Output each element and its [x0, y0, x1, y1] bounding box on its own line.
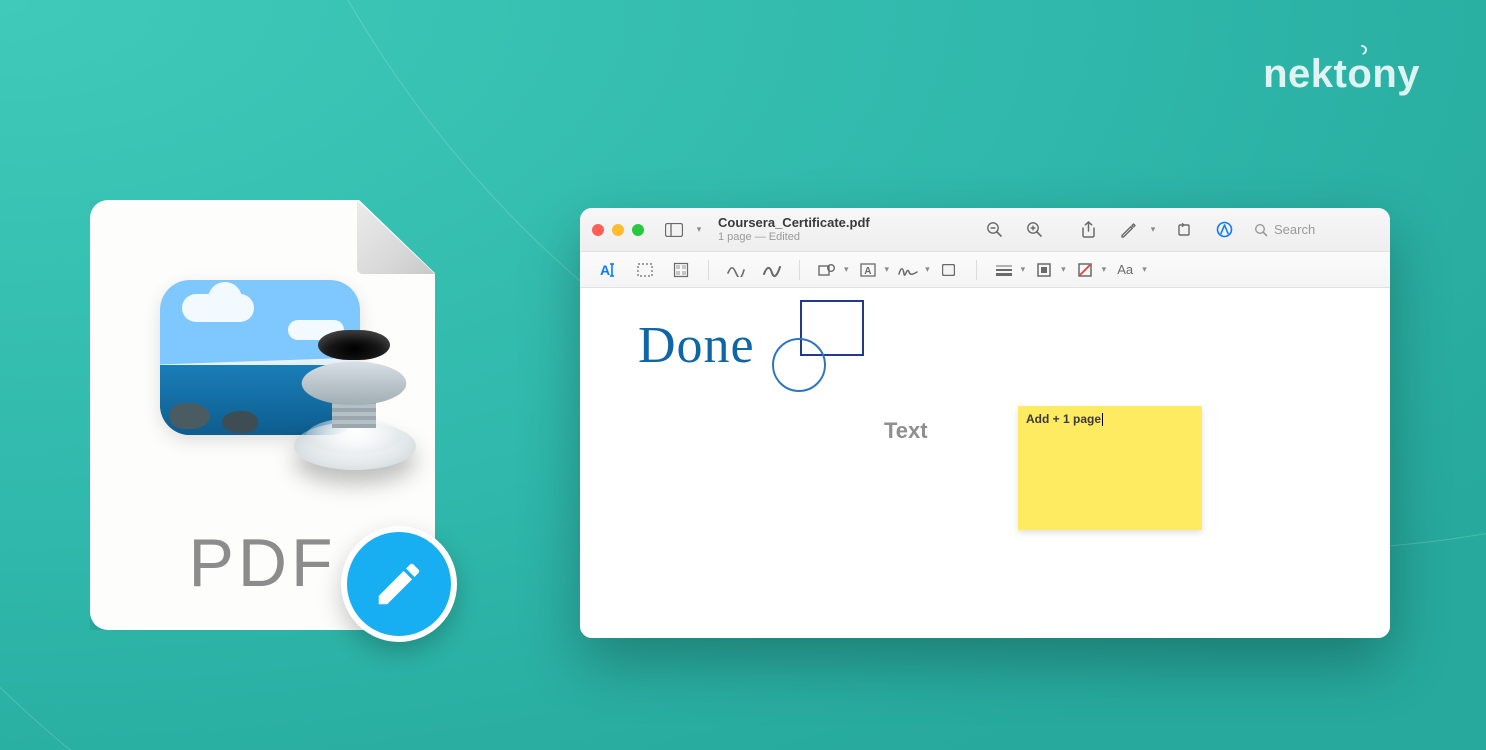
text-annotation[interactable]: Text	[884, 418, 928, 444]
svg-text:A: A	[600, 262, 610, 278]
sticky-note-text: Add + 1 page	[1026, 412, 1101, 426]
search-field[interactable]: Search	[1248, 217, 1378, 243]
fill-color-tool[interactable]	[1070, 257, 1100, 283]
search-icon	[1254, 223, 1268, 237]
maximize-button[interactable]	[632, 224, 644, 236]
loupe-icon	[290, 330, 420, 500]
chevron-down-icon[interactable]: ▾	[925, 264, 930, 275]
text-cursor	[1102, 413, 1103, 426]
draw-tool[interactable]	[757, 257, 787, 283]
stroke-color-tool[interactable]	[1029, 257, 1059, 283]
window-title-block: Coursera_Certificate.pdf 1 page — Edited	[714, 216, 882, 244]
markup-toggle-button[interactable]	[1208, 217, 1240, 243]
zoom-in-button[interactable]	[1018, 217, 1050, 243]
search-placeholder: Search	[1274, 222, 1315, 237]
document-canvas[interactable]: Done Text Add + 1 page	[580, 288, 1390, 638]
window-titlebar: ▾ Coursera_Certificate.pdf 1 page — Edit…	[580, 208, 1390, 252]
chevron-down-icon[interactable]: ▾	[1102, 264, 1107, 275]
sketch-tool[interactable]	[721, 257, 751, 283]
line-weight-tool[interactable]	[989, 257, 1019, 283]
shapes-tool[interactable]	[812, 257, 842, 283]
rotate-button[interactable]	[1168, 217, 1200, 243]
annotate-button[interactable]	[1112, 217, 1144, 243]
text-style-tool[interactable]: Aa	[1110, 257, 1140, 283]
minimize-button[interactable]	[612, 224, 624, 236]
note-tool[interactable]	[934, 257, 964, 283]
rect-select-tool[interactable]	[630, 257, 660, 283]
document-title: Coursera_Certificate.pdf	[718, 216, 882, 231]
text-select-tool[interactable]: A	[594, 257, 624, 283]
handwritten-annotation[interactable]: Done	[638, 316, 755, 375]
edit-badge	[341, 526, 457, 642]
markup-toolbar: A ▾ A ▾ ▾	[580, 252, 1390, 288]
traffic-lights	[592, 224, 644, 236]
chevron-down-icon[interactable]: ▾	[692, 224, 706, 235]
brand-logo: nektony	[1263, 52, 1420, 97]
pencil-icon	[372, 557, 426, 611]
preview-window: ▾ Coursera_Certificate.pdf 1 page — Edit…	[580, 208, 1390, 638]
chevron-down-icon[interactable]: ▾	[1061, 264, 1066, 275]
circle-shape[interactable]	[772, 338, 826, 392]
chevron-down-icon[interactable]: ▾	[844, 264, 849, 275]
instant-alpha-tool[interactable]	[666, 257, 696, 283]
svg-text:A: A	[864, 266, 871, 277]
document-subtitle: 1 page — Edited	[718, 231, 882, 244]
sign-tool[interactable]	[893, 257, 923, 283]
sidebar-toggle-button[interactable]	[658, 217, 690, 243]
chevron-down-icon[interactable]: ▾	[1142, 264, 1147, 275]
text-tool[interactable]: A	[853, 257, 883, 283]
share-button[interactable]	[1072, 217, 1104, 243]
zoom-out-button[interactable]	[978, 217, 1010, 243]
sticky-note[interactable]: Add + 1 page	[1018, 406, 1202, 530]
pdf-file-icon: PDF	[90, 200, 435, 630]
chevron-down-icon[interactable]: ▾	[1021, 264, 1026, 275]
close-button[interactable]	[592, 224, 604, 236]
chevron-down-icon[interactable]: ▾	[1146, 224, 1160, 235]
chevron-down-icon[interactable]: ▾	[885, 264, 890, 275]
